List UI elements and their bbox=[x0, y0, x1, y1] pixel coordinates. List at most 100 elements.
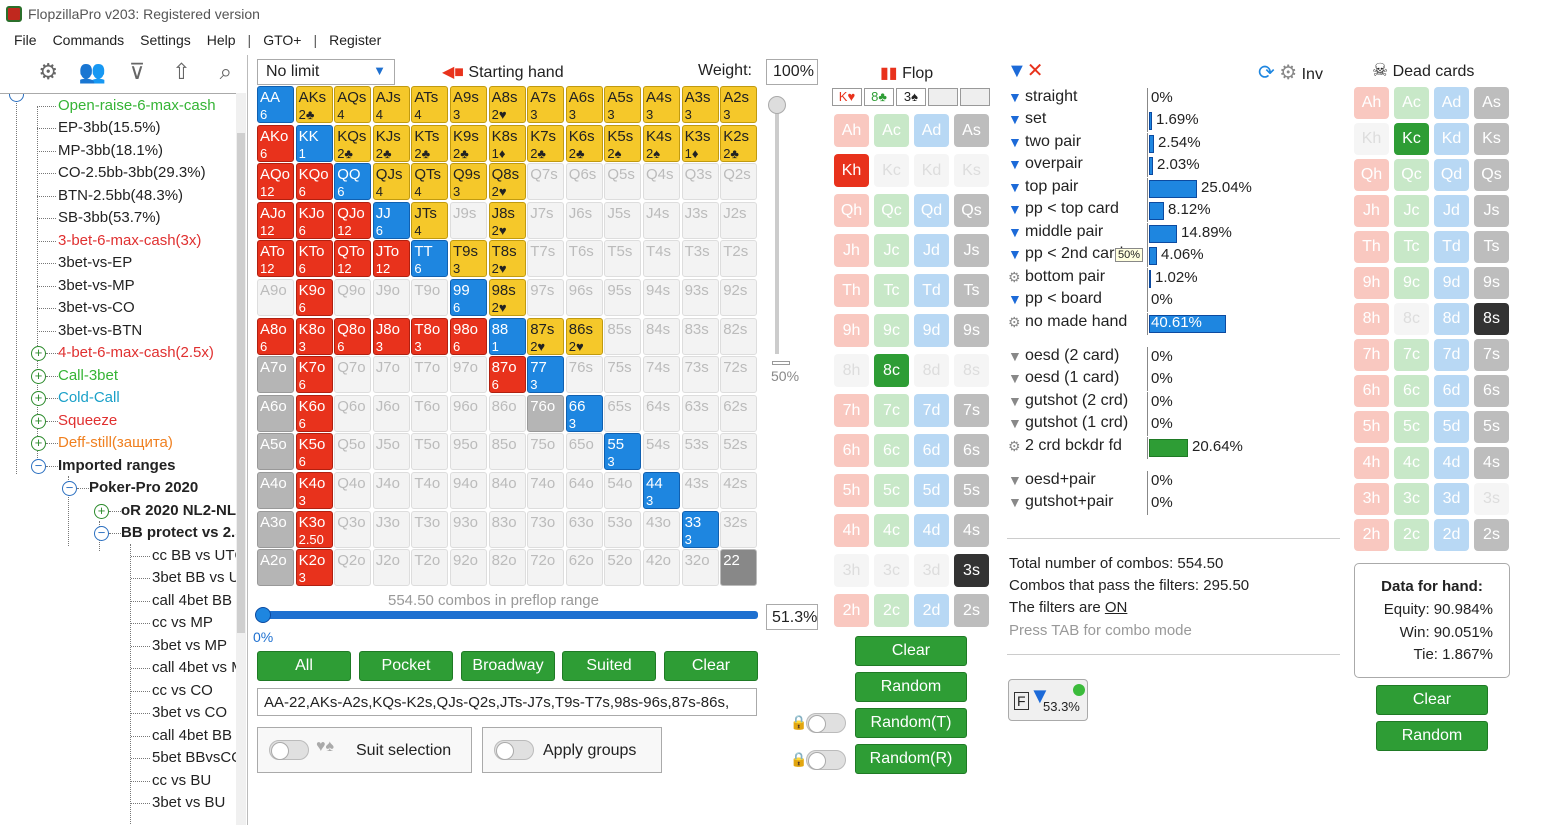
hand-cell[interactable]: A2s 3 bbox=[720, 86, 758, 123]
hand-cell[interactable]: A4s 3 bbox=[643, 86, 680, 123]
filter-icon[interactable]: ▼ bbox=[1008, 134, 1022, 150]
hand-cell[interactable]: K3s 1♦ bbox=[681, 124, 719, 162]
hand-cell[interactable]: Q3s bbox=[681, 163, 719, 201]
filter-icon[interactable]: ▼ bbox=[1008, 201, 1022, 217]
dead-card[interactable]: Ks bbox=[1474, 123, 1509, 155]
hand-cell[interactable]: T9o bbox=[411, 279, 449, 316]
hand-cell[interactable]: QTs 4 bbox=[411, 163, 449, 201]
hand-cell[interactable]: A3s 3 bbox=[681, 86, 719, 123]
hand-cell[interactable]: A9o bbox=[257, 279, 294, 316]
hand-cell[interactable]: 44 3 bbox=[643, 472, 680, 509]
tree-scrollbar[interactable] bbox=[236, 93, 246, 825]
hand-cell[interactable]: J6o bbox=[372, 394, 410, 432]
hand-cell[interactable]: 95s bbox=[604, 279, 642, 316]
range-pct-input[interactable]: 51.3% bbox=[766, 604, 818, 630]
hand-cell[interactable]: T3o bbox=[411, 510, 449, 548]
hand-cell[interactable]: 98s 2♥ bbox=[488, 279, 526, 316]
hand-cell[interactable]: 32o bbox=[681, 549, 719, 587]
dead-card[interactable]: 5c bbox=[1394, 411, 1429, 443]
filter-icon[interactable]: ▼ bbox=[1008, 348, 1022, 364]
expand-icon[interactable]: + bbox=[94, 504, 109, 519]
expand-icon[interactable]: + bbox=[31, 436, 46, 451]
tree-item[interactable]: CO-2.5bb-3bb(29.3%) bbox=[58, 162, 206, 184]
tree-item[interactable]: 3-bet-6-max-cash(3x) bbox=[58, 230, 201, 252]
weight-slider-thumb[interactable] bbox=[768, 96, 786, 114]
filter-icon[interactable]: ▼ bbox=[1008, 111, 1022, 127]
hand-cell[interactable]: JTo 12 bbox=[372, 240, 410, 278]
flop-card[interactable]: 8s bbox=[954, 354, 989, 387]
dead-card[interactable]: 9c bbox=[1394, 267, 1429, 299]
pocket-button[interactable]: Pocket bbox=[359, 651, 453, 681]
hand-cell[interactable]: Q2s bbox=[720, 163, 758, 201]
hand-cell[interactable]: 76o bbox=[527, 394, 565, 432]
menu-item-file[interactable]: File bbox=[8, 30, 43, 54]
filter-icon[interactable]: ▼ bbox=[1008, 291, 1022, 307]
flop-card[interactable]: Qh bbox=[834, 194, 869, 227]
tree-item[interactable]: 3bet vs MP bbox=[152, 635, 227, 657]
flop-card[interactable]: 7s bbox=[954, 394, 989, 427]
hand-cell[interactable]: AA 6 bbox=[257, 86, 294, 123]
hand-cell[interactable]: J9s bbox=[450, 201, 487, 239]
tree-item[interactable]: Call-3bet bbox=[58, 365, 118, 387]
tree-item[interactable]: Cold-Call bbox=[58, 387, 120, 409]
tree-item[interactable]: 3bet BB vs UTG bbox=[152, 567, 246, 589]
dead-card[interactable]: 7c bbox=[1394, 339, 1429, 371]
hand-cell[interactable]: J2s bbox=[720, 201, 758, 239]
hand-cell[interactable]: T6s bbox=[565, 240, 603, 278]
hand-cell[interactable]: T2s bbox=[720, 240, 758, 278]
hand-cell[interactable]: TT 6 bbox=[411, 240, 449, 278]
hand-cell[interactable]: 94o bbox=[450, 472, 487, 509]
flop-card[interactable]: 3s bbox=[954, 554, 989, 587]
hand-cell[interactable]: 88 1 bbox=[488, 317, 526, 355]
dead-card[interactable]: 4h bbox=[1354, 447, 1389, 479]
dead-card[interactable]: 8h bbox=[1354, 303, 1389, 335]
flop-card[interactable]: 3c bbox=[874, 554, 909, 587]
hand-cell[interactable]: T9s 3 bbox=[450, 240, 487, 278]
hand-cell[interactable]: 92s bbox=[720, 279, 758, 316]
hand-cell[interactable]: 63o bbox=[565, 510, 603, 548]
tree-item[interactable]: cc vs CO bbox=[152, 680, 213, 702]
tree-item[interactable]: 3bet vs BU bbox=[152, 792, 225, 814]
hand-cell[interactable]: 43o bbox=[643, 510, 680, 548]
dead-clear-button[interactable]: Clear bbox=[1376, 685, 1488, 715]
hand-cell[interactable]: A5o bbox=[257, 433, 294, 471]
dead-card[interactable]: 5h bbox=[1354, 411, 1389, 443]
tree-item[interactable]: cc BB vs UTG bbox=[152, 545, 246, 567]
gear-icon[interactable]: ⚙ bbox=[1279, 62, 1297, 84]
hand-cell[interactable]: J3o bbox=[372, 510, 410, 548]
hand-cell[interactable]: A3o bbox=[257, 510, 294, 548]
hand-cell[interactable]: 63s bbox=[681, 394, 719, 432]
hand-cell[interactable]: 54s bbox=[643, 433, 680, 471]
hand-cell[interactable]: 87o 6 bbox=[488, 356, 526, 394]
dead-card[interactable]: Qs bbox=[1474, 159, 1509, 191]
tree-item[interactable]: call 4bet BB bbox=[152, 590, 232, 612]
hand-cell[interactable]: J3s bbox=[681, 201, 719, 239]
hand-cell[interactable]: 62o bbox=[565, 549, 603, 587]
hand-cell[interactable]: 99 6 bbox=[450, 279, 487, 316]
dead-card[interactable]: 3h bbox=[1354, 483, 1389, 515]
tree-item[interactable]: cc vs MP bbox=[152, 612, 213, 634]
suited-button[interactable]: Suited bbox=[562, 651, 656, 681]
hand-cell[interactable]: 73o bbox=[527, 510, 565, 548]
users-icon[interactable]: 👥 bbox=[70, 55, 114, 89]
tree-item[interactable]: call 4bet vs MP bbox=[152, 657, 246, 679]
filter-icon[interactable]: ▼ bbox=[1008, 246, 1022, 262]
collapse-icon[interactable]: − bbox=[9, 94, 24, 102]
flop-card[interactable]: 8d bbox=[914, 354, 949, 387]
hand-cell[interactable]: J5o bbox=[372, 433, 410, 471]
flop-card[interactable]: Js bbox=[954, 234, 989, 267]
hand-cell[interactable]: QJs 4 bbox=[372, 163, 410, 201]
hand-cell[interactable]: 75o bbox=[527, 433, 565, 471]
hand-cell[interactable]: K8o 3 bbox=[295, 317, 333, 355]
dead-card[interactable]: Td bbox=[1434, 231, 1469, 263]
flop-card[interactable]: Ks bbox=[954, 154, 989, 187]
dead-card[interactable]: Kc bbox=[1394, 123, 1429, 155]
board-card-slot[interactable]: 8♣ bbox=[864, 88, 894, 106]
hand-cell[interactable]: Q6o bbox=[334, 394, 372, 432]
dead-card[interactable]: 2c bbox=[1394, 519, 1429, 551]
flop-card[interactable]: Qd bbox=[914, 194, 949, 227]
hand-cell[interactable]: A9s 3 bbox=[450, 86, 487, 123]
hand-cell[interactable]: 53s bbox=[681, 433, 719, 471]
hand-cell[interactable]: QJo 12 bbox=[334, 201, 372, 239]
hand-cell[interactable]: J7o bbox=[372, 356, 410, 394]
